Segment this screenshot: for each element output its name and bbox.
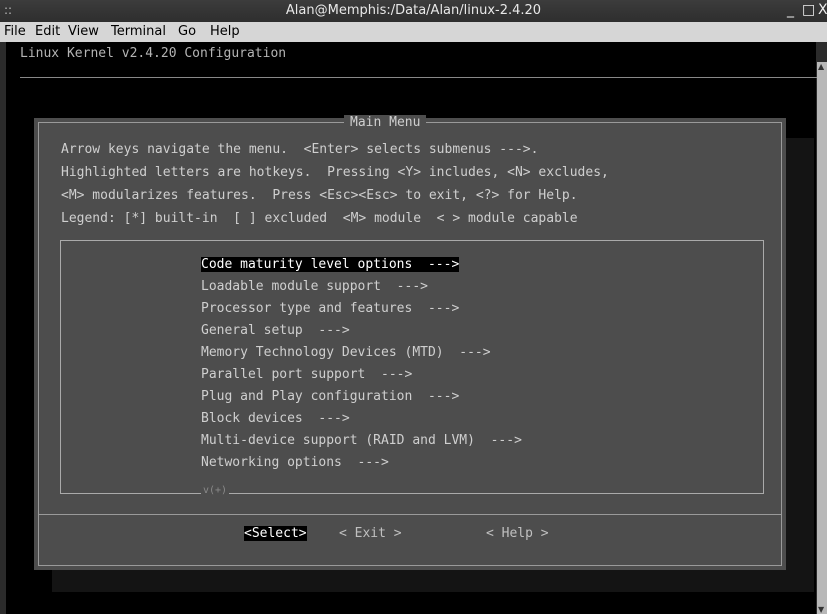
config-header: Linux Kernel v2.4.20 Configuration [20, 46, 287, 61]
help-text-line: Legend: [*] built-in [ ] excluded <M> mo… [61, 211, 578, 226]
button-divider [38, 514, 782, 515]
menu-item-processor[interactable]: Processor type and features ---> [201, 301, 459, 316]
menu-item-parallel-port[interactable]: Parallel port support ---> [201, 367, 412, 382]
menu-item-networking[interactable]: Networking options ---> [201, 455, 389, 470]
more-items-indicator: v(+) [201, 485, 230, 496]
menu-edit[interactable]: Edit [35, 24, 60, 39]
close-icon[interactable]: X [818, 2, 827, 18]
menu-item-code-maturity[interactable]: Code maturity level options ---> [201, 257, 460, 272]
scroll-up-icon[interactable]: ▲ [818, 62, 824, 71]
menu-terminal[interactable]: Terminal [111, 24, 166, 39]
exit-button[interactable]: < Exit > [339, 526, 402, 541]
help-text-line: <M> modularizes features. Press <Esc><Es… [61, 188, 578, 203]
menu-list-box: Code maturity level options ---> Loadabl… [60, 240, 764, 496]
menu-item-mtd[interactable]: Memory Technology Devices (MTD) ---> [201, 345, 491, 360]
menu-help[interactable]: Help [210, 24, 240, 39]
window-title: Alan@Memphis:/Data/Alan/linux-2.4.20 [285, 3, 542, 18]
window-titlebar[interactable]: :: Alan@Memphis:/Data/Alan/linux-2.4.20 … [0, 0, 827, 22]
menu-item-general-setup[interactable]: General setup ---> [201, 323, 350, 338]
main-menu-dialog: Main Menu Arrow keys navigate the menu. … [34, 115, 786, 570]
menu-bar: File Edit View Terminal Go Help [0, 22, 827, 42]
terminal-scrollbar[interactable]: ▲ ▼ [817, 62, 827, 614]
menu-item-multi-device[interactable]: Multi-device support (RAID and LVM) ---> [201, 433, 522, 448]
menu-item-block-devices[interactable]: Block devices ---> [201, 411, 350, 426]
menu-file[interactable]: File [4, 24, 26, 39]
maximize-icon[interactable]: □ [802, 2, 815, 18]
help-text-line: Highlighted letters are hotkeys. Pressin… [61, 165, 609, 180]
help-button[interactable]: < Help > [486, 526, 549, 541]
menu-item-pnp[interactable]: Plug and Play configuration ---> [201, 389, 459, 404]
select-button[interactable]: <Select> [244, 526, 307, 541]
help-text-line: Arrow keys navigate the menu. <Enter> se… [61, 142, 539, 157]
menu-item-loadable-modules[interactable]: Loadable module support ---> [201, 279, 428, 294]
terminal-area[interactable]: Linux Kernel v2.4.20 Configuration Main … [6, 42, 820, 614]
menu-go[interactable]: Go [178, 24, 196, 39]
scroll-down-icon[interactable]: ▼ [818, 605, 824, 614]
menu-view[interactable]: View [68, 24, 99, 39]
minimize-icon[interactable]: _ [787, 2, 794, 18]
header-divider [20, 77, 820, 78]
dialog-title: Main Menu [344, 115, 427, 130]
